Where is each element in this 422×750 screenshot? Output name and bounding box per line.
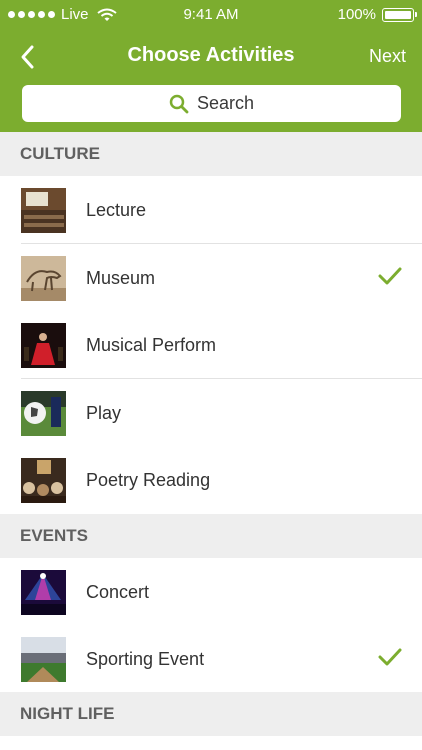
next-button[interactable]: Next [369,46,406,67]
poetry-reading-thumbnail [21,458,66,503]
checkmark-icon [378,267,402,285]
list-item-musical-perform[interactable]: Musical Perform [0,311,422,379]
lecture-thumbnail [21,188,66,233]
section-header-culture: CULTURE [0,132,422,176]
list-item-concert[interactable]: Concert [0,558,422,626]
status-bar: Live 9:41 AM 100% [0,0,422,30]
sporting-event-thumbnail [21,637,66,682]
list-item-label: Sporting Event [86,649,205,669]
list-item-poetry-reading[interactable]: Poetry Reading [0,446,422,514]
battery-icon [382,7,417,22]
list-item-sporting-event[interactable]: Sporting Event [0,625,422,693]
search-icon [169,94,189,113]
list-item-label: Museum [86,268,156,288]
list-item-label: Play [86,403,122,423]
list-item-label: Lecture [86,200,147,220]
checkmark-icon [378,648,402,666]
page-title: Choose Activities [127,44,295,66]
list-item-label: Musical Perform [86,335,217,355]
list-item-label: Concert [86,582,150,602]
battery-percent: 100% [337,6,376,23]
museum-thumbnail [21,256,66,301]
list-item-play[interactable]: Play [0,379,422,447]
list-item-label: Poetry Reading [86,470,211,490]
musical-perform-thumbnail [21,323,66,368]
concert-thumbnail [21,570,66,615]
header: Live 9:41 AM 100% Choose Activities Next… [0,0,422,132]
list-item-lecture[interactable]: Lecture [0,176,422,244]
play-thumbnail [21,391,66,436]
section-header-events: EVENTS [0,514,422,558]
navigation-bar: Choose Activities Next [0,36,422,80]
list-item-museum[interactable]: Museum [0,244,422,312]
search-placeholder: Search [196,93,255,113]
section-header-night-life: NIGHT LIFE [0,692,422,736]
search-bar[interactable]: Search [22,85,401,122]
back-chevron-icon[interactable] [14,42,44,72]
